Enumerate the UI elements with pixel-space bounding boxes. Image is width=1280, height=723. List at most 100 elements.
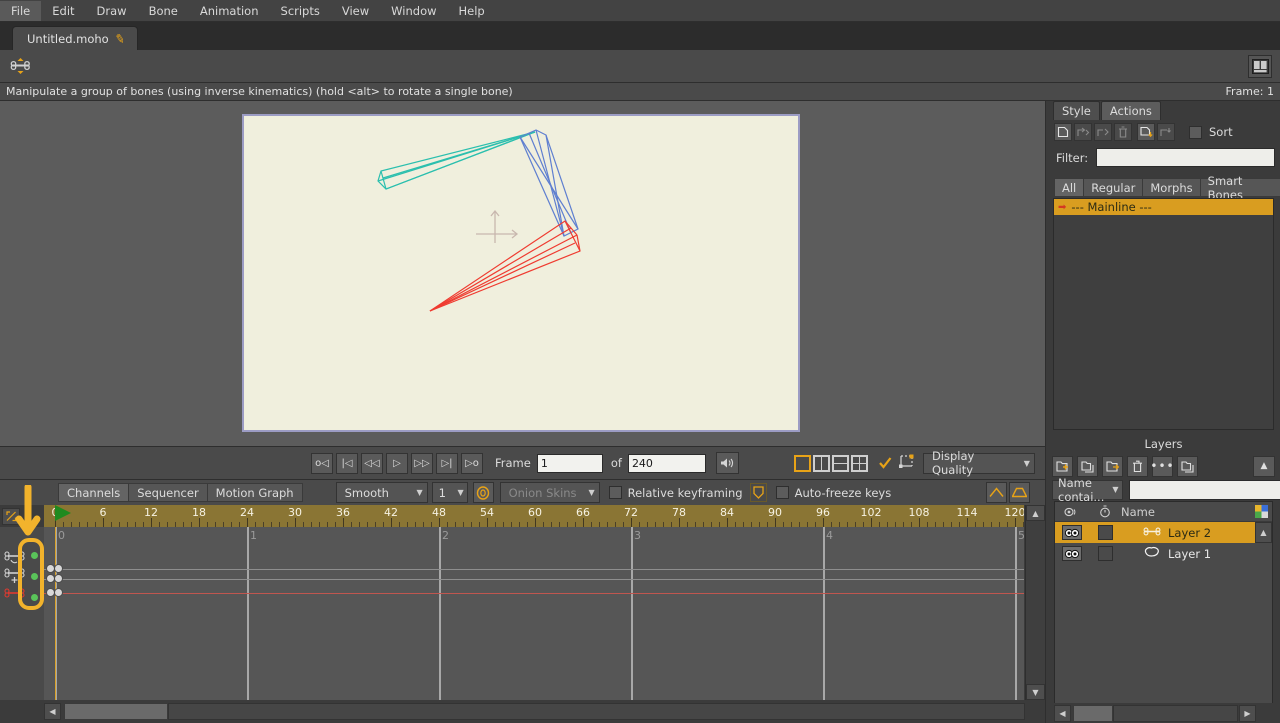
timeline-channel-track[interactable] — [44, 579, 1024, 580]
tab-channels[interactable]: Channels — [58, 483, 130, 502]
rewind-button[interactable]: ◁◁ — [361, 452, 383, 474]
display-quality-dropdown[interactable]: Display Quality ▼ — [922, 449, 1035, 477]
previous-keyframe-button[interactable]: |◁ — [336, 452, 358, 474]
layer-search-mode-dropdown[interactable]: Name contai... ▼ — [1052, 476, 1123, 504]
delete-layer-button[interactable] — [1127, 455, 1148, 477]
timeline-playhead[interactable] — [55, 527, 56, 700]
timeline-hscroll-track[interactable] — [168, 703, 1025, 720]
layer-comps-button[interactable] — [1177, 455, 1198, 477]
menu-item-help[interactable]: Help — [448, 1, 496, 21]
view-layout-quad[interactable] — [850, 454, 868, 472]
tab-motion-graph[interactable]: Motion Graph — [206, 483, 303, 502]
tab-sequencer[interactable]: Sequencer — [128, 483, 208, 502]
channel-enable-dot-1[interactable] — [31, 552, 38, 559]
layers-scroll-left-button[interactable]: ◀ — [1054, 705, 1071, 722]
triangle-ease-button[interactable] — [986, 482, 1007, 503]
timeline-hscroll-thumb[interactable] — [64, 703, 168, 720]
keyframe-dot[interactable] — [54, 564, 63, 573]
more-options-button[interactable]: ••• — [1150, 455, 1174, 477]
jump-to-start-button[interactable]: o◁ — [311, 452, 333, 474]
play-button[interactable]: ▷ — [386, 452, 408, 474]
manipulate-bones-tool-icon[interactable] — [9, 55, 33, 77]
tab-actions[interactable]: Actions — [1100, 101, 1161, 120]
category-tab-all[interactable]: All — [1054, 178, 1085, 197]
layer-color-swatch[interactable] — [1089, 546, 1121, 561]
sort-checkbox[interactable] — [1189, 125, 1202, 139]
category-tab-regular[interactable]: Regular — [1083, 178, 1144, 197]
view-layout-two-row[interactable] — [831, 454, 849, 472]
bone-rotate-channel-icon[interactable] — [3, 549, 29, 568]
crop-region-button[interactable] — [898, 454, 915, 472]
tab-style[interactable]: Style — [1053, 101, 1100, 120]
rename-action-button[interactable] — [1157, 123, 1175, 141]
bone-select-channel-icon[interactable] — [3, 587, 29, 604]
keyframe-dot[interactable] — [54, 588, 63, 597]
action-row-mainline[interactable]: ➡ --- Mainline --- — [1054, 199, 1273, 215]
new-group-layer-button[interactable] — [1102, 455, 1123, 477]
shield-button[interactable] — [749, 483, 767, 502]
document-page[interactable] — [242, 114, 800, 432]
view-layout-single[interactable] — [793, 454, 811, 472]
layers-hscroll-track[interactable] — [1113, 705, 1238, 722]
keyframe-dot[interactable] — [54, 574, 63, 583]
expand-timeline-button[interactable] — [2, 508, 20, 525]
layers-hscroll-thumb[interactable] — [1073, 705, 1113, 722]
next-keyframe-button[interactable]: ▷| — [436, 452, 458, 474]
duplicate-layer-button[interactable] — [1077, 455, 1098, 477]
menu-item-file[interactable]: File — [0, 0, 42, 21]
actions-list[interactable]: ➡ --- Mainline --- — [1053, 198, 1274, 430]
audio-toggle-button[interactable] — [715, 452, 739, 474]
timeline-channel-track[interactable] — [44, 593, 1024, 594]
interpolation-value-dropdown[interactable]: 1 ▼ — [431, 482, 468, 503]
bone-translate-channel-icon[interactable] — [3, 567, 29, 588]
insert-reference-button[interactable] — [1074, 123, 1092, 141]
document-tab-untitled[interactable]: Untitled.moho ✎ — [12, 26, 138, 50]
trapezoid-ease-button[interactable] — [1009, 482, 1030, 503]
action-filter-input[interactable] — [1096, 148, 1276, 167]
timeline-ruler[interactable]: 0 6 12 18 24 30 36 42 48 54 60 66 72 78 84 90 96 102 108 11… — [44, 505, 1024, 527]
show-guides-checkbox[interactable] — [878, 456, 892, 470]
frame-input[interactable] — [536, 453, 603, 473]
category-tab-smart-bones[interactable]: Smart Bones — [1199, 174, 1280, 202]
menu-item-draw[interactable]: Draw — [86, 1, 138, 21]
scroll-down-button[interactable]: ▼ — [1026, 684, 1045, 700]
collapse-layers-button[interactable]: ▲ — [1253, 455, 1275, 477]
menu-item-view[interactable]: View — [331, 1, 380, 21]
new-action-button[interactable] — [1054, 123, 1072, 141]
layer-row-layer-2[interactable]: Layer 2 — [1055, 522, 1272, 543]
layers-list[interactable]: Name Layer 2 Layer 1 ▲ — [1054, 501, 1273, 723]
menu-item-animation[interactable]: Animation — [189, 1, 270, 21]
workspace-layout-button[interactable] — [1248, 55, 1272, 78]
layer-row-layer-1[interactable]: Layer 1 — [1055, 543, 1272, 564]
layer-search-input[interactable] — [1128, 479, 1280, 500]
playhead-marker[interactable] — [55, 505, 71, 521]
menu-item-bone[interactable]: Bone — [138, 1, 189, 21]
category-tab-morphs[interactable]: Morphs — [1142, 178, 1201, 197]
view-layout-two-column[interactable] — [812, 454, 830, 472]
onion-skins-dropdown[interactable]: Onion Skins ▼ — [499, 482, 600, 503]
menu-item-window[interactable]: Window — [380, 1, 447, 21]
layer-visibility-toggle[interactable] — [1055, 546, 1089, 561]
auto-freeze-keys-checkbox[interactable] — [775, 486, 789, 499]
layers-scroll-right-button[interactable]: ▶ — [1239, 705, 1256, 722]
timeline-keyframe-grid[interactable]: 0 1 2 3 4 5 — [44, 527, 1024, 700]
timeline-channel-track[interactable] — [44, 569, 1024, 570]
scroll-up-button[interactable]: ▲ — [1026, 505, 1045, 521]
timeline-vscrollbar[interactable]: ▲ ▼ — [1025, 505, 1045, 700]
layers-scroll-up-button[interactable]: ▲ — [1255, 522, 1272, 543]
canvas-viewport[interactable] — [0, 101, 1045, 446]
layer-color-swatch[interactable] — [1089, 525, 1121, 540]
jump-to-end-button[interactable]: ▷o — [461, 452, 483, 474]
channel-enable-dot-2[interactable] — [31, 573, 38, 580]
channel-enable-dot-3[interactable] — [31, 594, 38, 601]
menu-item-edit[interactable]: Edit — [41, 1, 85, 21]
relative-keyframing-checkbox[interactable] — [608, 486, 622, 499]
new-layer-button[interactable] — [1052, 455, 1073, 477]
easing-editor-button[interactable] — [472, 482, 494, 503]
duplicate-action-button[interactable] — [1137, 123, 1155, 141]
insert-copy-button[interactable] — [1094, 123, 1112, 141]
layer-visibility-toggle[interactable] — [1055, 525, 1089, 540]
fast-forward-button[interactable]: ▷▷ — [411, 452, 433, 474]
scroll-left-button[interactable]: ◀ — [44, 703, 61, 720]
delete-action-button[interactable] — [1114, 123, 1132, 141]
